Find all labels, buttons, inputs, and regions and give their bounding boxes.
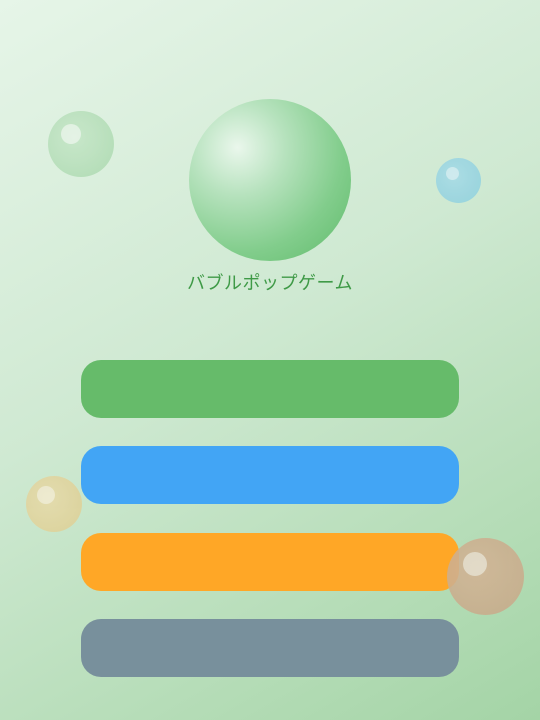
game-title: バブルポップゲーム xyxy=(187,273,353,294)
decorative-bubble-blue xyxy=(436,158,481,203)
menu-button-green[interactable] xyxy=(81,360,459,418)
menu-button-blue[interactable] xyxy=(81,446,459,504)
bubble-highlight xyxy=(61,124,81,144)
decorative-bubble-yellow xyxy=(26,476,82,532)
decorative-bubble-green xyxy=(48,111,114,177)
bubble-highlight xyxy=(463,552,487,576)
bubble-highlight xyxy=(446,167,459,180)
title-screen: バブルポップゲーム xyxy=(0,0,540,720)
menu-button-orange[interactable] xyxy=(81,533,459,591)
logo-bubble-icon xyxy=(189,99,351,261)
bubble-highlight xyxy=(37,486,55,504)
menu-button-grey[interactable] xyxy=(81,619,459,677)
